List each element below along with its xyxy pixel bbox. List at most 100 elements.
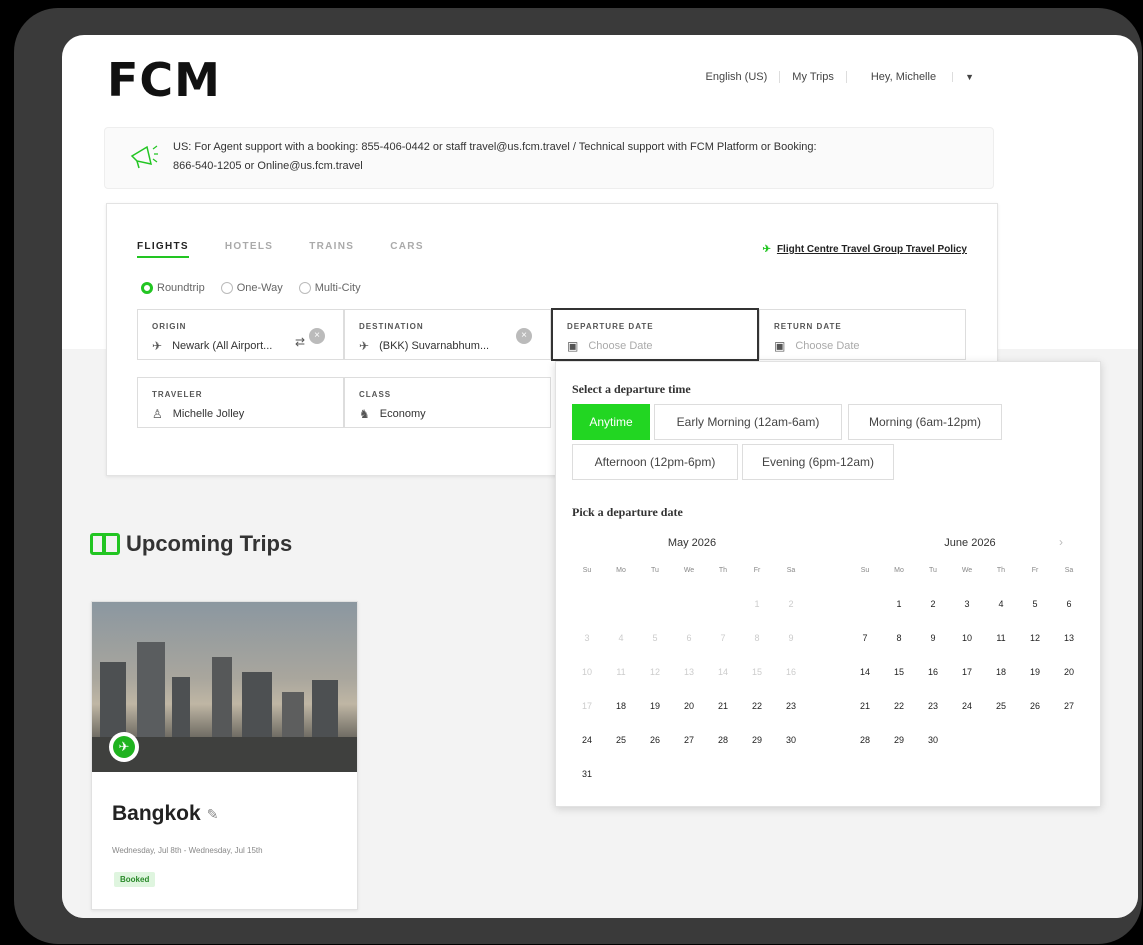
calendar-day[interactable]: 20 <box>674 689 704 723</box>
calendar-day[interactable]: 1 <box>884 587 914 621</box>
calendar-day[interactable]: 21 <box>850 689 880 723</box>
calendar-day[interactable]: 24 <box>952 689 982 723</box>
radio-roundtrip[interactable]: Roundtrip <box>141 282 205 294</box>
edit-pencil-icon[interactable]: ✎ <box>207 806 219 823</box>
status-badge: Booked <box>114 872 156 887</box>
calendar-day[interactable]: 11 <box>986 621 1016 655</box>
swap-icon[interactable]: ⇄ <box>295 335 305 349</box>
calendar-day[interactable]: 7 <box>850 621 880 655</box>
calendar-day[interactable]: 26 <box>1020 689 1050 723</box>
traveler-value-row: ♙ Michelle Jolley <box>152 407 244 421</box>
weekday-header: Tu <box>929 567 937 574</box>
calendar-day[interactable]: 14 <box>850 655 880 689</box>
search-tabs: FLIGHTS HOTELS TRAINS CARS <box>137 241 424 258</box>
policy-link-text: Flight Centre Travel Group Travel Policy <box>776 244 967 255</box>
departure-date-field[interactable]: DEPARTURE DATE ▣ Choose Date <box>551 308 759 361</box>
language-selector[interactable]: English (US) <box>694 71 780 83</box>
calendar-day[interactable]: 27 <box>1054 689 1084 723</box>
calendar-day: 4 <box>618 633 624 643</box>
calendar-day[interactable]: 28 <box>850 723 880 757</box>
calendar-day: 8 <box>754 633 760 643</box>
calendar-day[interactable]: 21 <box>708 689 738 723</box>
trip-type-radios: Roundtrip One-Way Multi-City <box>141 282 361 294</box>
tab-cars[interactable]: CARS <box>390 241 424 258</box>
calendar-day[interactable]: 23 <box>776 689 806 723</box>
plane-takeoff-icon: ✈ <box>152 339 163 353</box>
radio-one-way[interactable]: One-Way <box>220 282 283 294</box>
my-trips-link[interactable]: My Trips <box>779 71 846 83</box>
class-value: Economy <box>379 408 426 420</box>
time-evening[interactable]: Evening (6pm-12am) <box>742 444 894 480</box>
calendar-day[interactable]: 22 <box>884 689 914 723</box>
tab-flights[interactable]: FLIGHTS <box>137 241 189 258</box>
calendar-day[interactable]: 15 <box>884 655 914 689</box>
travel-policy-link[interactable]: ✈ Flight Centre Travel Group Travel Polic… <box>763 244 967 255</box>
weekday-header: Th <box>718 567 728 574</box>
clear-origin-icon[interactable]: × <box>309 328 325 344</box>
calendar-day[interactable]: 19 <box>1020 655 1050 689</box>
time-afternoon[interactable]: Afternoon (12pm-6pm) <box>572 444 738 480</box>
calendar-day[interactable]: 31 <box>572 757 602 791</box>
support-notice: US: For Agent support with a booking: 85… <box>104 127 994 189</box>
traveler-field[interactable]: TRAVELER ♙ Michelle Jolley <box>137 377 344 428</box>
calendar-day[interactable]: 8 <box>884 621 914 655</box>
calendar-day[interactable]: 18 <box>986 655 1016 689</box>
calendar-day[interactable]: 5 <box>1020 587 1050 621</box>
calendar-day[interactable]: 12 <box>1020 621 1050 655</box>
calendar-day: 15 <box>751 667 762 677</box>
calendar-day[interactable]: 25 <box>986 689 1016 723</box>
ticket-icon <box>90 533 120 555</box>
time-morning[interactable]: Morning (6am-12pm) <box>848 404 1002 440</box>
calendar-day[interactable]: 18 <box>606 689 636 723</box>
calendar-day[interactable]: 29 <box>884 723 914 757</box>
origin-field[interactable]: ORIGIN ✈ Newark (All Airport... × <box>137 309 344 360</box>
user-menu[interactable]: Hey, Michelle ▼ <box>845 71 998 83</box>
radio-multi-city[interactable]: Multi-City <box>298 282 361 294</box>
time-anytime[interactable]: Anytime <box>572 404 650 440</box>
calendar-day: 5 <box>652 633 658 643</box>
weekday-header: Su <box>860 567 870 574</box>
calendar-day[interactable]: 30 <box>776 723 806 757</box>
calendar-day[interactable]: 3 <box>952 587 982 621</box>
calendar-day[interactable]: 22 <box>742 689 772 723</box>
return-date-field[interactable]: RETURN DATE ▣ Choose Date <box>759 309 966 360</box>
calendar-day[interactable]: 13 <box>1054 621 1084 655</box>
time-early-morning[interactable]: Early Morning (12am-6am) <box>654 404 842 440</box>
tab-trains[interactable]: TRAINS <box>309 241 354 258</box>
calendar-day[interactable]: 9 <box>918 621 948 655</box>
weekday-header: We <box>683 567 695 574</box>
calendar-day[interactable]: 19 <box>640 689 670 723</box>
fcm-logo[interactable]: FCM <box>107 53 221 107</box>
calendar-day[interactable]: 24 <box>572 723 602 757</box>
calendar-day[interactable]: 16 <box>918 655 948 689</box>
calendar-day[interactable]: 17 <box>952 655 982 689</box>
radio-label: Multi-City <box>314 282 361 294</box>
calendar-day: 14 <box>717 667 728 677</box>
weekday-header: Th <box>996 567 1006 574</box>
calendar-day[interactable]: 25 <box>606 723 636 757</box>
plane-icon: ✈ <box>113 736 135 758</box>
calendar-day[interactable]: 27 <box>674 723 704 757</box>
destination-field[interactable]: DESTINATION ✈ (BKK) Suvarnabhum... × <box>344 309 551 360</box>
calendar-day[interactable]: 20 <box>1054 655 1084 689</box>
calendar-day: 17 <box>581 701 592 711</box>
weekday-header: Mo <box>894 567 904 574</box>
calendar-day[interactable]: 26 <box>640 723 670 757</box>
calendar-day[interactable]: 2 <box>918 587 948 621</box>
radio-label: Roundtrip <box>157 282 205 294</box>
calendar-day[interactable]: 30 <box>918 723 948 757</box>
calendar-day: 10 <box>581 667 592 677</box>
trip-city: Bangkok <box>112 802 201 825</box>
calendar-day[interactable]: 10 <box>952 621 982 655</box>
calendar-day[interactable]: 28 <box>708 723 738 757</box>
calendar-day[interactable]: 23 <box>918 689 948 723</box>
trip-card[interactable]: ✈ Bangkok ✎ Wednesday, Jul 8th - Wednesd… <box>91 601 358 910</box>
calendar-day[interactable]: 29 <box>742 723 772 757</box>
class-field[interactable]: CLASS ♞ Economy <box>344 377 551 428</box>
calendar-day[interactable]: 4 <box>986 587 1016 621</box>
tab-hotels[interactable]: HOTELS <box>225 241 273 258</box>
caret-down-icon: ▼ <box>952 72 986 82</box>
calendar-day[interactable]: 6 <box>1054 587 1084 621</box>
clear-destination-icon[interactable]: × <box>516 328 532 344</box>
next-month-icon[interactable]: › <box>1059 535 1063 549</box>
